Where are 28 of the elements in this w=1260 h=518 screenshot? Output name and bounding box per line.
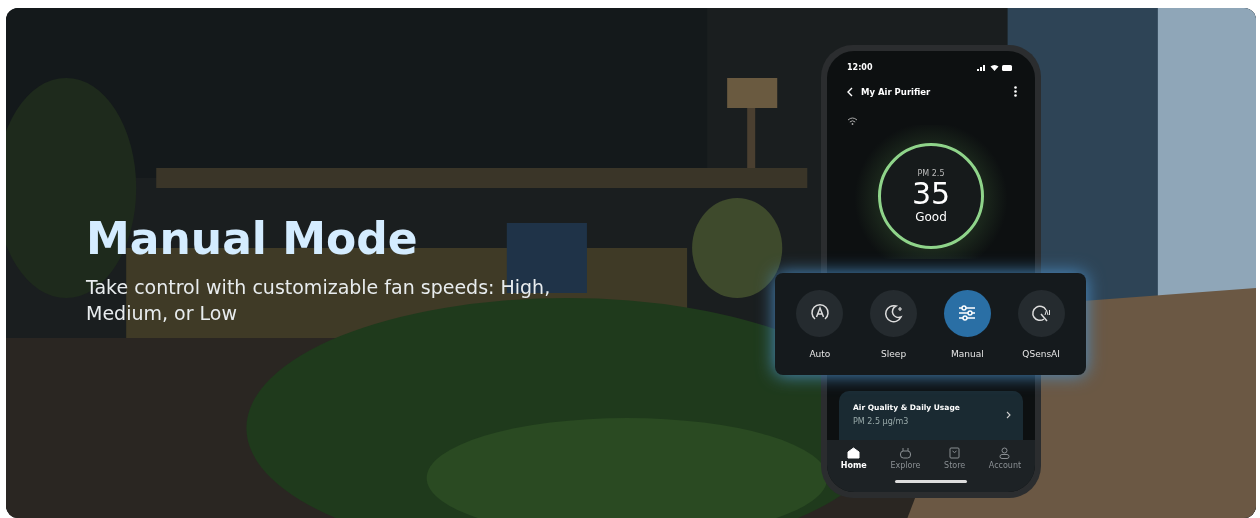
reading-status: Good [915,209,947,224]
nav-tab[interactable]: Home [836,445,871,472]
house-icon [847,447,861,459]
mode-option[interactable]: Manual [943,289,991,359]
signal-icon [977,64,987,71]
mode-option[interactable]: Sleep [870,289,918,359]
person-icon [998,447,1012,459]
banner-title: Manual Mode [86,213,419,264]
wifi-icon [990,64,999,71]
more-icon[interactable] [1014,86,1017,97]
home-indicator [895,480,967,483]
banner-subtitle: Take control with customizable fan speeds: High, Medium, or Low [86,275,552,326]
wifi-icon [847,117,858,125]
mode-option[interactable]: Auto [796,289,844,359]
mode-option[interactable]: QSensAI [1017,289,1065,359]
nav-tab[interactable]: Explore [886,445,925,472]
reading-label: PM 2.5 [917,168,945,178]
chevron-icon [1006,410,1011,419]
battery-icon [1002,64,1013,71]
card-subtitle: PM 2.5 µg/m3 [853,417,910,426]
screen-title: My Air Purifier [861,86,932,97]
bag-icon [948,447,962,459]
status-time: 12:00 [847,63,873,72]
robot-icon [898,447,912,459]
back-icon[interactable] [847,86,853,97]
nav-tab[interactable]: Account [984,445,1026,472]
nav-tab[interactable]: Store [940,445,970,472]
reading-value: 35 [911,177,951,210]
